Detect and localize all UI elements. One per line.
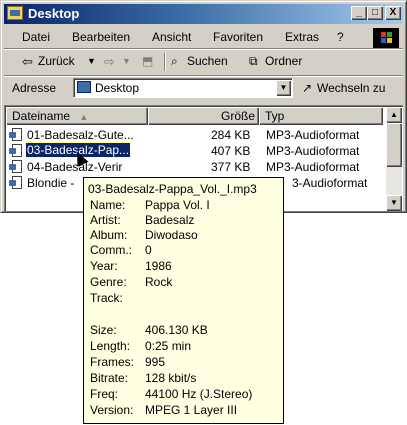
forward-arrow-icon[interactable]: ⇨ [104, 54, 115, 70]
tooltip-key: Comm.: [90, 243, 132, 257]
tooltip-key: Name: [90, 198, 126, 212]
toolbar: ⇦ Zurück ▼ ⇨ ▼ ⬒ ⌕ Suchen ⧉ Ordner [4, 50, 403, 74]
tooltip-value: 0 [145, 243, 152, 257]
tooltip-value: Pappa Vol. I [145, 198, 210, 212]
folder-icon [7, 6, 23, 20]
folders-icon: ⧉ [249, 54, 258, 68]
back-dropdown-icon[interactable]: ▼ [87, 56, 96, 66]
file-name: 01-Badesalz-Gute... [27, 128, 134, 142]
file-type: 3-Audioformat [292, 176, 368, 190]
address-bar: Adresse Desktop ▼ ↗ Wechseln zu [4, 77, 403, 101]
address-input[interactable]: Desktop ▼ [73, 78, 293, 98]
column-header-name[interactable]: Dateiname ▲ [6, 107, 148, 125]
tooltip-key: Bitrate: [90, 371, 129, 385]
mp3-file-icon [9, 128, 23, 142]
tooltip-key: Freq: [90, 387, 119, 401]
file-type: MP3-Audioformat [266, 128, 360, 142]
toolbar-separator [164, 53, 166, 71]
tooltip-key: Genre: [90, 275, 127, 289]
window-title: Desktop [28, 6, 80, 21]
column-name-label: Dateiname [12, 109, 71, 123]
up-folder-icon[interactable]: ⬒ [142, 54, 153, 68]
tooltip-key: Version: [90, 403, 134, 417]
file-size: 284 KB [211, 128, 251, 142]
back-arrow-icon: ⇦ [22, 54, 33, 69]
search-icon: ⌕ [171, 54, 178, 68]
file-info-tooltip: 03-Badesalz-Pappa_Vol._I.mp3 Name: Pappa… [83, 177, 284, 424]
menu-favoriten[interactable]: Favoriten [213, 30, 263, 44]
sort-ascending-icon: ▲ [79, 112, 89, 122]
tooltip-key: Artist: [90, 213, 121, 227]
tooltip-key: Album: [90, 228, 128, 242]
mp3-file-icon [9, 160, 23, 174]
list-item[interactable]: 01-Badesalz-Gute... 284 KB MP3-Audioform… [9, 127, 381, 143]
file-type: MP3-Audioformat [266, 160, 360, 174]
address-label: Adresse [12, 81, 57, 95]
menu-datei[interactable]: Datei [22, 30, 50, 44]
address-value: Desktop [95, 81, 140, 95]
desktop-icon [77, 81, 91, 93]
tooltip-key: Frames: [90, 355, 135, 369]
tooltip-value: 406.130 KB [145, 323, 208, 337]
tooltip-value: 0:25 min [145, 339, 192, 353]
menu-bar: Datei Bearbeiten Ansicht Favoriten Extra… [4, 27, 403, 48]
title-bar[interactable]: Desktop _ □ X [4, 4, 403, 24]
file-size: 377 KB [211, 160, 251, 174]
minimize-button[interactable]: _ [351, 6, 367, 20]
tooltip-key: Track: [90, 291, 123, 305]
tooltip-value: Badesalz [145, 213, 195, 227]
column-header-size[interactable]: Größe [148, 107, 259, 125]
tooltip-value: 1986 [145, 259, 172, 273]
file-name: Blondie - [27, 176, 75, 190]
back-button[interactable]: Zurück [38, 54, 75, 68]
tooltip-value: 44100 Hz (J.Stereo) [145, 387, 253, 401]
maximize-button[interactable]: □ [367, 6, 383, 20]
search-button[interactable]: Suchen [187, 54, 228, 68]
menu-bearbeiten[interactable]: Bearbeiten [72, 30, 130, 44]
scroll-down-button[interactable]: ▼ [386, 195, 402, 211]
menu-ansicht[interactable]: Ansicht [152, 30, 191, 44]
mp3-file-icon [9, 144, 23, 158]
windows-logo-icon [373, 28, 399, 48]
tooltip-value: 128 kbit/s [145, 371, 197, 385]
scroll-up-button[interactable]: ▲ [386, 107, 402, 123]
address-dropdown-button[interactable]: ▼ [276, 80, 291, 96]
folders-button[interactable]: Ordner [265, 54, 302, 68]
tooltip-value: 995 [145, 355, 166, 369]
menu-extras[interactable]: Extras [285, 30, 319, 44]
file-size: 407 KB [211, 144, 251, 158]
go-button[interactable]: Wechseln zu [317, 81, 385, 95]
mp3-file-icon [9, 176, 23, 190]
file-type: MP3-Audioformat [266, 144, 360, 158]
go-arrow-icon: ↗ [302, 81, 313, 95]
tooltip-value: MPEG 1 Layer III [145, 403, 238, 417]
tooltip-value: Rock [145, 275, 173, 289]
tooltip-key: Year: [90, 259, 118, 273]
vertical-scrollbar[interactable]: ▲ ▼ [386, 107, 402, 211]
forward-dropdown-icon[interactable]: ▼ [122, 56, 131, 66]
scroll-thumb[interactable] [386, 123, 402, 167]
tooltip-key: Size: [90, 323, 117, 337]
tooltip-value: Diwodaso [145, 228, 198, 242]
list-item[interactable]: 04-Badesalz-Verir 377 KB MP3-Audioformat [9, 159, 381, 175]
tooltip-key: Length: [90, 339, 131, 353]
column-header-type[interactable]: Typ [259, 107, 383, 125]
menu-help[interactable]: ? [337, 30, 344, 44]
list-item-selected[interactable]: 03-Badesalz-Pap... 407 KB MP3-Audioforma… [9, 142, 381, 159]
close-button[interactable]: X [385, 6, 401, 20]
tooltip-title: 03-Badesalz-Pappa_Vol._I.mp3 [88, 182, 257, 196]
